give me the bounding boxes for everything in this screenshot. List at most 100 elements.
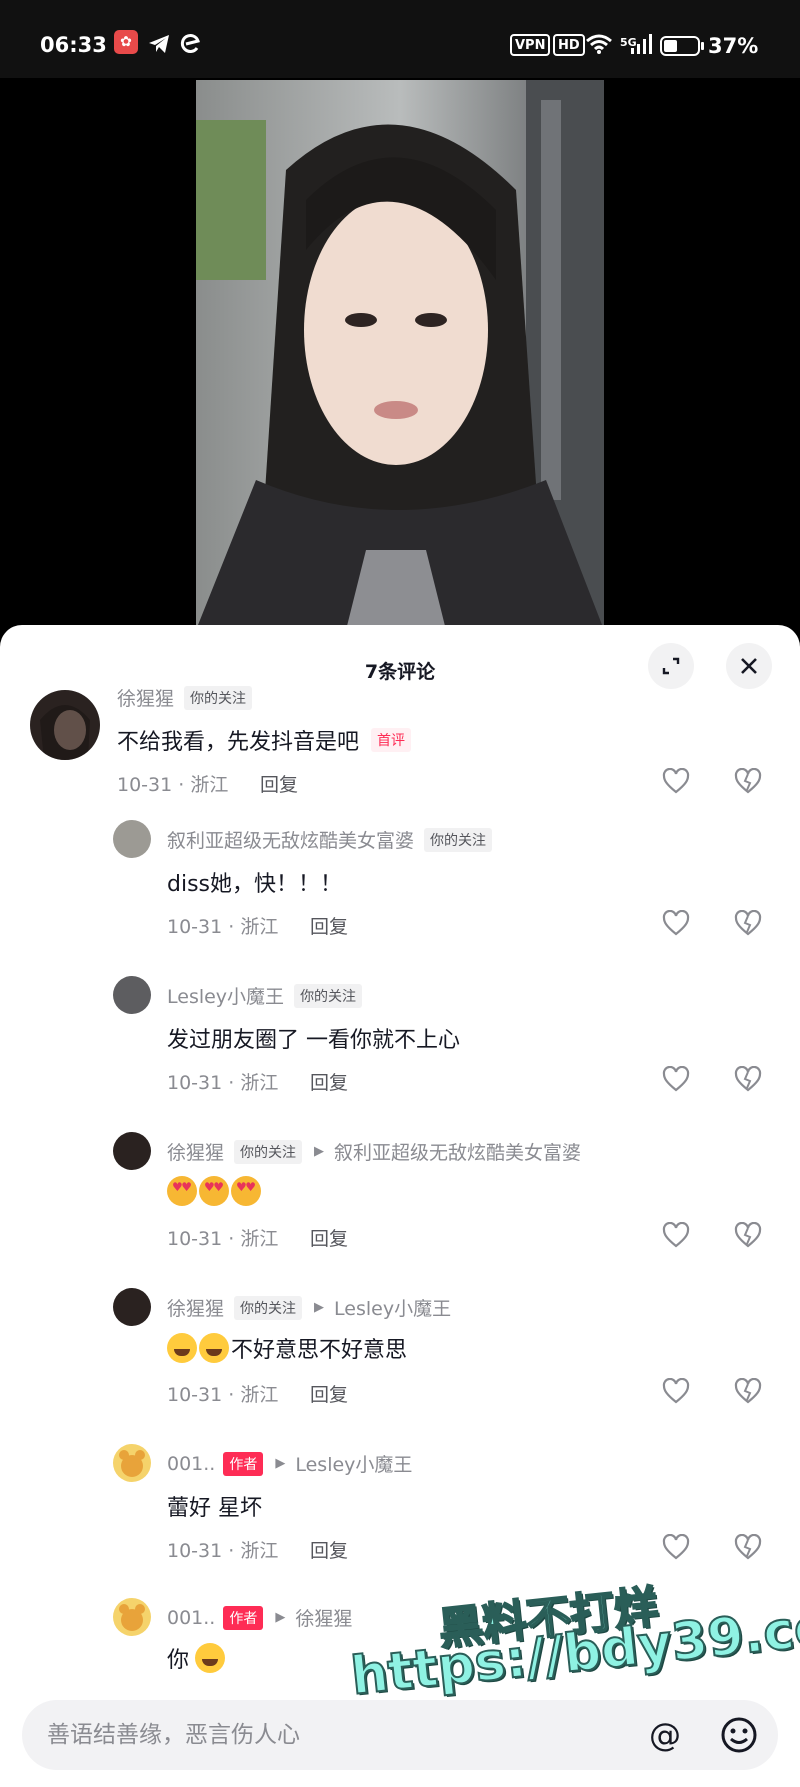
comment-text[interactable]: 蕾好 星坏 bbox=[167, 1490, 262, 1522]
reply-arrow-icon: ▶ bbox=[314, 1144, 325, 1159]
author-tag: 作者 bbox=[223, 1605, 264, 1630]
dislike-button[interactable] bbox=[731, 1062, 765, 1096]
comment-author-line: Lesley小魔王 你的关注 bbox=[167, 982, 363, 1009]
broken-heart-icon bbox=[734, 768, 762, 794]
like-button[interactable] bbox=[659, 1062, 693, 1096]
heart-eyes-emoji-icon bbox=[167, 1176, 197, 1206]
heart-outline-icon bbox=[662, 1378, 690, 1404]
comment-meta: 10-31 · 浙江 bbox=[117, 774, 229, 796]
reply-to-username[interactable]: 徐猩猩 bbox=[295, 1604, 352, 1631]
reply-button[interactable]: 回复 bbox=[260, 770, 298, 797]
comment-text-row: 蕾好 星坏 bbox=[167, 1490, 262, 1522]
signal-icon bbox=[630, 30, 652, 58]
like-button[interactable] bbox=[659, 764, 693, 798]
heart-outline-icon bbox=[662, 910, 690, 936]
comment-username[interactable]: 徐猩猩 bbox=[167, 1294, 224, 1321]
reply-button[interactable]: 回复 bbox=[310, 1224, 348, 1251]
vpn-icon: VPN bbox=[510, 34, 551, 56]
reply-arrow-icon: ▶ bbox=[275, 1610, 286, 1625]
post-photo[interactable] bbox=[196, 80, 604, 630]
author-tag: 作者 bbox=[223, 1451, 264, 1476]
comment-meta: 10-31 · 浙江 bbox=[167, 1384, 279, 1406]
avatar[interactable] bbox=[113, 1598, 151, 1636]
follow-tag: 你的关注 bbox=[184, 685, 253, 710]
comment-text-row: 不给我看，先发抖音是吧 首评 bbox=[117, 724, 412, 756]
reply-to-username[interactable]: Lesley小魔王 bbox=[334, 1294, 451, 1321]
status-time: 06:33 bbox=[40, 33, 107, 57]
comment-text-row bbox=[167, 1176, 263, 1206]
heart-outline-icon bbox=[662, 768, 690, 794]
follow-tag: 你的关注 bbox=[424, 827, 493, 852]
comment-username[interactable]: 001.. bbox=[167, 1607, 215, 1629]
expand-button[interactable] bbox=[648, 643, 694, 689]
like-button[interactable] bbox=[659, 1218, 693, 1252]
reply-to-username[interactable]: 叙利亚超级无敌炫酷美女富婆 bbox=[334, 1138, 581, 1165]
dislike-button[interactable] bbox=[731, 764, 765, 798]
emoji-button[interactable] bbox=[716, 1712, 762, 1758]
dislike-button[interactable] bbox=[731, 906, 765, 940]
emoji-face-icon bbox=[721, 1717, 757, 1753]
close-icon bbox=[741, 658, 757, 674]
comment-author-line: 叙利亚超级无敌炫酷美女富婆 你的关注 bbox=[167, 826, 493, 853]
comment-text[interactable]: 不给我看，先发抖音是吧 bbox=[117, 724, 359, 756]
comment-username[interactable]: 徐猩猩 bbox=[167, 1138, 224, 1165]
comment-text[interactable]: 不好意思不好意思 bbox=[231, 1332, 407, 1364]
avatar[interactable] bbox=[113, 1132, 151, 1170]
comment-username[interactable]: 徐猩猩 bbox=[117, 684, 174, 711]
comment-meta: 10-31 · 浙江 bbox=[167, 1540, 279, 1562]
comment-username[interactable]: 叙利亚超级无敌炫酷美女富婆 bbox=[167, 826, 414, 853]
hd-icon: HD bbox=[553, 34, 585, 56]
first-comment-badge: 首评 bbox=[371, 728, 412, 752]
comment-meta: 10-31 · 浙江 bbox=[167, 1228, 279, 1250]
comment-text-row: 发过朋友圈了 一看你就不上心 bbox=[167, 1022, 460, 1054]
reply-arrow-icon: ▶ bbox=[275, 1456, 286, 1471]
laugh-sweat-emoji-icon bbox=[167, 1333, 197, 1363]
heart-outline-icon bbox=[662, 1534, 690, 1560]
broken-heart-icon bbox=[734, 910, 762, 936]
close-button[interactable] bbox=[726, 643, 772, 689]
browser-icon bbox=[180, 30, 202, 58]
applause-emoji-icon bbox=[195, 1643, 226, 1673]
reply-button[interactable]: 回复 bbox=[310, 1536, 348, 1563]
status-bar: 06:33 ✿ VPN HD 5G 37% bbox=[0, 0, 800, 78]
dislike-button[interactable] bbox=[731, 1374, 765, 1408]
dislike-button[interactable] bbox=[731, 1530, 765, 1564]
mention-button[interactable]: @ bbox=[642, 1712, 688, 1758]
dislike-button[interactable] bbox=[731, 1218, 765, 1252]
avatar[interactable] bbox=[113, 820, 151, 858]
comment-text[interactable]: 你 bbox=[167, 1642, 189, 1674]
laugh-sweat-emoji-icon bbox=[199, 1333, 229, 1363]
avatar[interactable] bbox=[113, 1288, 151, 1326]
battery-percent: 37% bbox=[708, 34, 759, 58]
comment-username[interactable]: Lesley小魔王 bbox=[167, 982, 284, 1009]
follow-tag: 你的关注 bbox=[234, 1295, 303, 1320]
comment-username[interactable]: 001.. bbox=[167, 1453, 215, 1475]
broken-heart-icon bbox=[734, 1066, 762, 1092]
heart-outline-icon bbox=[662, 1066, 690, 1092]
avatar[interactable] bbox=[113, 976, 151, 1014]
reply-to-username[interactable]: Lesley小魔王 bbox=[295, 1450, 412, 1477]
like-button[interactable] bbox=[659, 1530, 693, 1564]
comment-meta: 10-31 · 浙江 bbox=[167, 1072, 279, 1094]
follow-tag: 你的关注 bbox=[294, 983, 363, 1008]
app-notification-icon: ✿ bbox=[114, 30, 138, 54]
reply-button[interactable]: 回复 bbox=[310, 912, 348, 939]
like-button[interactable] bbox=[659, 1374, 693, 1408]
avatar[interactable] bbox=[113, 1444, 151, 1482]
wifi-icon bbox=[585, 30, 613, 58]
expand-icon bbox=[662, 657, 680, 675]
heart-eyes-emoji-icon bbox=[199, 1176, 229, 1206]
comment-text[interactable]: diss她，快！！！ bbox=[167, 866, 342, 898]
like-button[interactable] bbox=[659, 906, 693, 940]
avatar[interactable] bbox=[30, 690, 100, 760]
comment-author-line: 徐猩猩 你的关注 ▶ Lesley小魔王 bbox=[167, 1294, 451, 1321]
comment-text-row: 不好意思不好意思 bbox=[167, 1332, 407, 1364]
comment-input[interactable] bbox=[47, 1700, 627, 1770]
comment-text[interactable]: 发过朋友圈了 一看你就不上心 bbox=[167, 1022, 460, 1054]
follow-tag: 你的关注 bbox=[234, 1139, 303, 1164]
comment-author-line: 001.. 作者 ▶ 徐猩猩 bbox=[167, 1604, 352, 1631]
reply-button[interactable]: 回复 bbox=[310, 1068, 348, 1095]
telegram-icon bbox=[148, 30, 170, 58]
reply-button[interactable]: 回复 bbox=[310, 1380, 348, 1407]
comment-input-bar: @ bbox=[22, 1700, 778, 1770]
